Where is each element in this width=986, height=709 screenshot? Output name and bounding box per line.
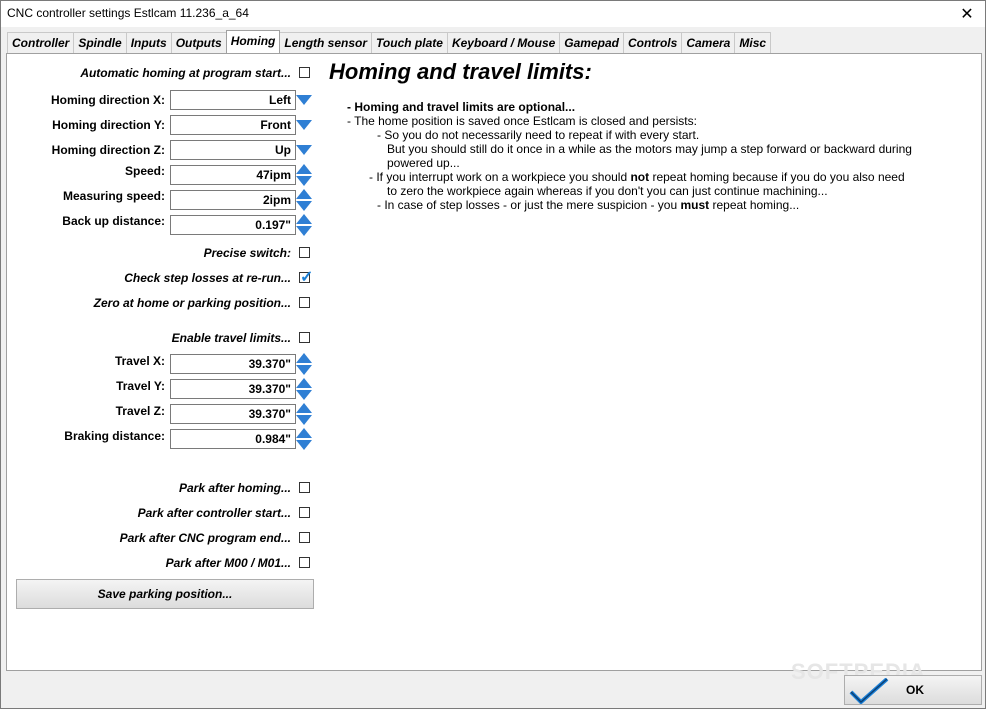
tab-bar: Controller Spindle Inputs Outputs Homing… bbox=[7, 30, 772, 53]
travel-y-input[interactable]: 39.370" bbox=[170, 379, 296, 399]
spin-down-icon[interactable] bbox=[296, 176, 312, 186]
title-bar: CNC controller settings Estlcam 11.236_a… bbox=[1, 1, 985, 27]
homing-dir-z-select[interactable]: Up bbox=[170, 140, 296, 160]
settings-window: CNC controller settings Estlcam 11.236_a… bbox=[0, 0, 986, 709]
tab-controller[interactable]: Controller bbox=[7, 32, 75, 53]
dropdown-arrow-icon[interactable] bbox=[296, 145, 312, 155]
enable-travel-limits-label: Enable travel limits... bbox=[171, 331, 291, 345]
park-after-controller-start-label: Park after controller start... bbox=[137, 506, 291, 520]
spin-down-icon[interactable] bbox=[296, 415, 312, 425]
checkmark-icon bbox=[849, 678, 889, 704]
spin-up-icon[interactable] bbox=[296, 189, 312, 199]
help-text: - In case of step losses - or just the m… bbox=[377, 198, 681, 212]
spin-up-icon[interactable] bbox=[296, 428, 312, 438]
auto-homing-label: Automatic homing at program start... bbox=[80, 66, 291, 80]
help-text: repeat homing because if you do you also… bbox=[649, 170, 905, 184]
spin-up-icon[interactable] bbox=[296, 164, 312, 174]
enable-travel-limits-checkbox[interactable] bbox=[299, 332, 310, 343]
homing-dir-x-label: Homing direction X: bbox=[51, 93, 165, 107]
auto-homing-checkbox[interactable] bbox=[299, 67, 310, 78]
spin-down-icon[interactable] bbox=[296, 440, 312, 450]
tab-touch-plate[interactable]: Touch plate bbox=[371, 32, 448, 53]
travel-y-label: Travel Y: bbox=[116, 379, 165, 393]
spin-down-icon[interactable] bbox=[296, 390, 312, 400]
spin-up-icon[interactable] bbox=[296, 214, 312, 224]
braking-distance-input[interactable]: 0.984" bbox=[170, 429, 296, 449]
help-emphasis: must bbox=[680, 198, 710, 212]
precise-switch-checkbox[interactable] bbox=[299, 247, 310, 258]
measuring-speed-spinner[interactable] bbox=[296, 189, 312, 211]
tab-camera[interactable]: Camera bbox=[681, 32, 736, 53]
travel-z-label: Travel Z: bbox=[115, 404, 165, 418]
tab-inputs[interactable]: Inputs bbox=[125, 32, 172, 53]
help-line: - In case of step losses - or just the m… bbox=[377, 198, 799, 212]
homing-dir-z-label: Homing direction Z: bbox=[51, 143, 165, 157]
spin-up-icon[interactable] bbox=[296, 353, 312, 363]
zero-at-home-checkbox[interactable] bbox=[299, 297, 310, 308]
tab-outputs[interactable]: Outputs bbox=[170, 32, 227, 53]
tab-keyboard-mouse[interactable]: Keyboard / Mouse bbox=[446, 32, 561, 53]
homing-dir-y-label: Homing direction Y: bbox=[52, 118, 165, 132]
tab-length-sensor[interactable]: Length sensor bbox=[279, 32, 373, 53]
park-after-controller-start-checkbox[interactable] bbox=[299, 507, 310, 518]
park-after-homing-label: Park after homing... bbox=[178, 481, 291, 495]
back-up-distance-label: Back up distance: bbox=[62, 214, 165, 228]
travel-z-input[interactable]: 39.370" bbox=[170, 404, 296, 424]
speed-label: Speed: bbox=[124, 164, 165, 178]
park-after-m00-label: Park after M00 / M01... bbox=[165, 556, 291, 570]
park-after-homing-checkbox[interactable] bbox=[299, 482, 310, 493]
measuring-speed-label: Measuring speed: bbox=[62, 189, 165, 203]
speed-input[interactable]: 47ipm bbox=[170, 165, 296, 185]
spin-down-icon[interactable] bbox=[296, 365, 312, 375]
help-line: - Homing and travel limits are optional.… bbox=[347, 100, 576, 114]
braking-distance-label: Braking distance: bbox=[64, 429, 165, 443]
tab-misc[interactable]: Misc bbox=[734, 32, 772, 53]
travel-x-input[interactable]: 39.370" bbox=[170, 354, 296, 374]
travel-x-label: Travel X: bbox=[114, 354, 165, 368]
back-up-distance-spinner[interactable] bbox=[296, 214, 312, 236]
check-step-losses-checkbox[interactable]: ✓ bbox=[299, 269, 313, 286]
help-text: - If you interrupt work on a workpiece y… bbox=[369, 170, 631, 184]
braking-distance-spinner[interactable] bbox=[296, 428, 312, 450]
help-line: - If you interrupt work on a workpiece y… bbox=[369, 170, 905, 184]
spin-up-icon[interactable] bbox=[296, 378, 312, 388]
homing-dir-y-select[interactable]: Front bbox=[170, 115, 296, 135]
spin-up-icon[interactable] bbox=[296, 403, 312, 413]
help-emphasis: not bbox=[630, 170, 650, 184]
help-heading: Homing and travel limits: bbox=[329, 59, 592, 84]
tab-spindle[interactable]: Spindle bbox=[73, 32, 127, 53]
speed-spinner[interactable] bbox=[296, 164, 312, 186]
help-line: to zero the workpiece again whereas if y… bbox=[387, 184, 828, 198]
dropdown-arrow-icon[interactable] bbox=[296, 95, 312, 105]
park-after-program-end-checkbox[interactable] bbox=[299, 532, 310, 543]
park-after-m00-checkbox[interactable] bbox=[299, 557, 310, 568]
tab-gamepad[interactable]: Gamepad bbox=[559, 32, 624, 53]
ok-button[interactable]: OK bbox=[844, 675, 982, 705]
measuring-speed-input[interactable]: 2ipm bbox=[170, 190, 296, 210]
dropdown-arrow-icon[interactable] bbox=[296, 120, 312, 130]
save-parking-position-button[interactable]: Save parking position... bbox=[16, 579, 314, 609]
help-line: powered up... bbox=[387, 156, 460, 170]
tab-controls[interactable]: Controls bbox=[622, 32, 683, 53]
ok-label: OK bbox=[906, 683, 924, 697]
travel-x-spinner[interactable] bbox=[296, 353, 312, 375]
zero-at-home-label: Zero at home or parking position... bbox=[93, 296, 291, 310]
close-icon[interactable]: ✕ bbox=[957, 4, 977, 24]
park-after-program-end-label: Park after CNC program end... bbox=[119, 531, 291, 545]
help-text: repeat homing... bbox=[709, 198, 800, 212]
help-line: - So you do not necessarily need to repe… bbox=[377, 128, 700, 142]
tab-homing[interactable]: Homing bbox=[225, 30, 281, 53]
back-up-distance-input[interactable]: 0.197" bbox=[170, 215, 296, 235]
precise-switch-label: Precise switch: bbox=[203, 246, 291, 260]
help-line: But you should still do it once in a whi… bbox=[387, 142, 912, 156]
help-line: - The home position is saved once Estlca… bbox=[347, 114, 697, 128]
spin-down-icon[interactable] bbox=[296, 226, 312, 236]
spin-down-icon[interactable] bbox=[296, 201, 312, 211]
window-title: CNC controller settings Estlcam 11.236_a… bbox=[7, 6, 249, 20]
travel-y-spinner[interactable] bbox=[296, 378, 312, 400]
check-step-losses-label: Check step losses at re-run... bbox=[124, 271, 291, 285]
homing-dir-x-select[interactable]: Left bbox=[170, 90, 296, 110]
travel-z-spinner[interactable] bbox=[296, 403, 312, 425]
checkmark-icon: ✓ bbox=[300, 269, 314, 286]
